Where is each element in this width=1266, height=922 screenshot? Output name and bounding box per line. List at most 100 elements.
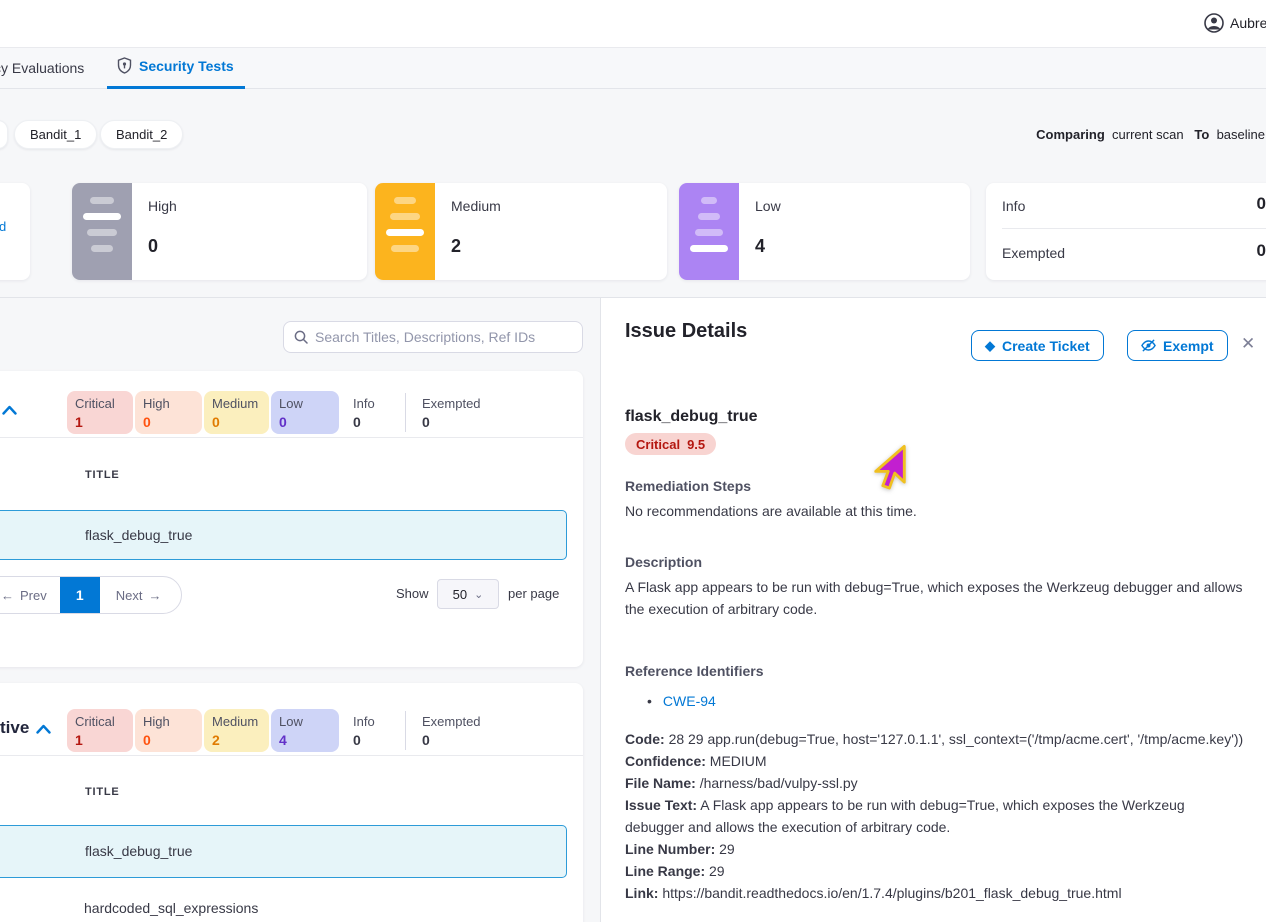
- top-bar: Aubre: [0, 0, 1266, 48]
- description-text: A Flask app appears to be run with debug…: [625, 576, 1245, 620]
- exempted-value: 0: [1257, 241, 1266, 261]
- bullet-icon: •: [647, 693, 652, 709]
- to-label: To: [1194, 127, 1209, 142]
- tab-security-tests[interactable]: Security Tests: [117, 57, 234, 74]
- chip-exempted: Exempted0: [410, 391, 482, 434]
- per-page-label: per page: [508, 586, 559, 601]
- summary-label: High: [148, 198, 177, 214]
- severity-chip-row: Critical1 High0 Medium2 Low4 Info0 Exemp…: [67, 709, 482, 752]
- issue-fields: Code: 28 29 app.run(debug=True, host='12…: [625, 728, 1247, 904]
- active-tab-underline: [107, 86, 245, 89]
- issue-search: [283, 321, 583, 353]
- tab-policy-evaluations[interactable]: cy Evaluations: [0, 60, 84, 76]
- chip-low: Low0: [271, 391, 339, 434]
- description-title: Description: [625, 554, 702, 570]
- severity-chip-row: Critical1 High0 Medium0 Low0 Info0 Exemp…: [67, 391, 482, 434]
- page-size-select[interactable]: 50 ⌄: [437, 579, 499, 609]
- divider: [0, 755, 583, 756]
- scan-pill-bandit-2[interactable]: Bandit_2: [100, 120, 183, 149]
- search-input[interactable]: [315, 329, 572, 345]
- field-code: Code: 28 29 app.run(debug=True, host='12…: [625, 728, 1247, 750]
- divider: [1002, 228, 1266, 229]
- create-ticket-button[interactable]: ◆ Create Ticket: [971, 330, 1104, 361]
- collapse-chevron-icon[interactable]: [36, 724, 51, 734]
- shield-icon: [117, 57, 132, 74]
- issue-section-1: Critical1 High0 Medium0 Low0 Info0 Exemp…: [0, 371, 583, 667]
- field-line-range: Line Range: 29: [625, 860, 1247, 882]
- exempted-row: Exempted 0: [986, 230, 1266, 275]
- summary-value: 2: [451, 236, 461, 257]
- cwe-link[interactable]: CWE-94: [663, 693, 716, 709]
- user-name[interactable]: Aubre: [1230, 15, 1266, 31]
- tab-security-tests-label: Security Tests: [139, 58, 234, 74]
- summary-card-medium: Medium 2: [375, 183, 667, 280]
- summary-value: 0: [148, 236, 158, 257]
- exempt-button[interactable]: Exempt: [1127, 330, 1228, 361]
- field-line-number: Line Number: 29: [625, 838, 1247, 860]
- section-title-fragment: tive: [0, 718, 29, 738]
- severity-badge: Critical 9.5: [625, 433, 716, 455]
- chip-info: Info0: [341, 391, 401, 434]
- divider: [405, 393, 406, 432]
- severity-gauge-high-icon: [72, 183, 132, 280]
- eye-off-icon: [1141, 338, 1156, 353]
- chip-medium: Medium2: [204, 709, 269, 752]
- search-icon: [294, 330, 308, 344]
- panel-title: Issue Details: [625, 320, 747, 343]
- exempted-label: Exempted: [1002, 245, 1065, 261]
- collapse-chevron-icon[interactable]: [2, 405, 17, 415]
- chip-high: High0: [135, 391, 202, 434]
- divider: [405, 711, 406, 750]
- chip-medium: Medium0: [204, 391, 269, 434]
- current-scan-label: current scan: [1112, 127, 1184, 142]
- summary-card-high: High 0: [72, 183, 367, 280]
- issue-row-flask-debug-true[interactable]: flask_debug_true: [0, 825, 567, 878]
- remediation-title: Remediation Steps: [625, 478, 751, 494]
- page-1-button[interactable]: 1: [60, 576, 100, 614]
- info-value: 0: [1257, 194, 1266, 214]
- summary-card-partial: d: [0, 183, 30, 280]
- chip-high: High0: [135, 709, 202, 752]
- scan-pill-partial[interactable]: [0, 120, 8, 149]
- reference-item: • CWE-94: [647, 693, 716, 709]
- baseline-label: baseline: [1217, 127, 1265, 142]
- field-issue-text: Issue Text: A Flask app appears to be ru…: [625, 794, 1247, 838]
- summary-label: Low: [755, 198, 781, 214]
- pagination: ← Prev 1 Next →: [0, 576, 182, 614]
- security-tests-page: Aubre cy Evaluations Security Tests Band…: [0, 0, 1266, 922]
- tab-bar: cy Evaluations Security Tests: [0, 48, 1266, 89]
- scan-pill-bandit-1[interactable]: Bandit_1: [14, 120, 97, 149]
- severity-gauge-low-icon: [679, 183, 739, 280]
- summary-value: 4: [755, 236, 765, 257]
- title-column-header: TITLE: [85, 786, 120, 798]
- reference-identifiers-title: Reference Identifiers: [625, 663, 764, 679]
- issue-row-flask-debug-true[interactable]: flask_debug_true: [0, 510, 567, 560]
- ticket-diamond-icon: ◆: [985, 339, 995, 352]
- partial-link-fragment: d: [0, 219, 6, 234]
- field-file-name: File Name: /harness/bad/vulpy-ssl.py: [625, 772, 1247, 794]
- close-icon[interactable]: ✕: [1241, 334, 1255, 354]
- issue-details-panel: Issue Details ◆ Create Ticket Exempt ✕ f…: [600, 298, 1266, 922]
- comparing-label: Comparing: [1036, 127, 1105, 142]
- issue-section-2: tive Critical1 High0 Medium2 Low4 Info0 …: [0, 683, 583, 922]
- chevron-down-icon: ⌄: [474, 588, 483, 601]
- next-page-button[interactable]: Next →: [116, 588, 162, 603]
- left-arrow-icon: ←: [1, 588, 14, 603]
- chip-info: Info0: [341, 709, 401, 752]
- title-column-header: TITLE: [85, 469, 120, 481]
- severity-gauge-medium-icon: [375, 183, 435, 280]
- prev-page-button[interactable]: ← Prev: [1, 588, 47, 603]
- info-label: Info: [1002, 198, 1025, 214]
- summary-card-info-exempted: Info 0 Exempted 0: [986, 183, 1266, 280]
- summary-label: Medium: [451, 198, 501, 214]
- chip-critical: Critical1: [67, 709, 133, 752]
- summary-card-low: Low 4: [679, 183, 970, 280]
- field-confidence: Confidence: MEDIUM: [625, 750, 1247, 772]
- info-row: Info 0: [986, 183, 1266, 228]
- issue-name: flask_debug_true: [625, 408, 757, 426]
- chip-low: Low4: [271, 709, 339, 752]
- user-avatar-icon[interactable]: [1204, 13, 1224, 33]
- chip-exempted: Exempted0: [410, 709, 482, 752]
- divider: [0, 437, 583, 438]
- issue-row-hardcoded-sql-expressions[interactable]: hardcoded_sql_expressions: [0, 884, 567, 922]
